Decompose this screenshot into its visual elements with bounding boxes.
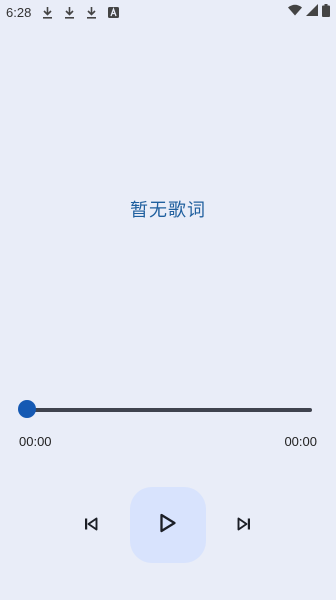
wifi-icon — [288, 4, 302, 20]
play-icon — [159, 513, 177, 537]
cellular-icon — [306, 4, 318, 20]
download-icon — [63, 5, 75, 19]
progress-track[interactable] — [26, 408, 312, 412]
font-a-icon — [107, 5, 119, 19]
previous-button[interactable] — [81, 515, 101, 535]
playback-controls — [0, 487, 336, 563]
status-time: 6:28 — [6, 4, 32, 20]
elapsed-time: 00:00 — [19, 434, 52, 449]
lyrics-placeholder: 暂无歌词 — [130, 200, 206, 221]
skip-next-icon — [237, 516, 251, 535]
next-button[interactable] — [234, 515, 254, 535]
skip-previous-icon — [84, 516, 98, 535]
download-icon — [85, 5, 97, 19]
status-bar: 6:28 — [0, 0, 336, 24]
progress-slider[interactable] — [18, 399, 314, 421]
progress-thumb[interactable] — [18, 400, 36, 418]
play-button[interactable] — [130, 487, 206, 563]
download-icon — [41, 5, 53, 19]
battery-icon — [322, 3, 330, 21]
total-duration: 00:00 — [284, 434, 317, 449]
